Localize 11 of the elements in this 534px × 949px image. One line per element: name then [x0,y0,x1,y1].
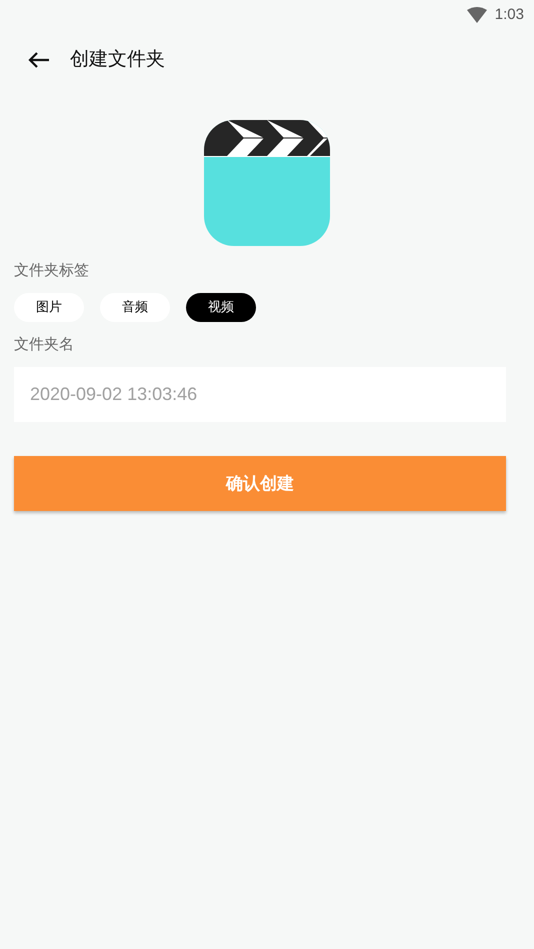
back-arrow-icon [28,51,50,69]
status-time: 1:03 [494,4,524,25]
tags-label: 文件夹标签 [14,261,90,281]
tag-chip[interactable]: 视频 [186,292,256,322]
tag-chip[interactable]: 音频 [100,292,170,322]
wifi-icon [466,7,487,23]
page-title: 创建文件夹 [70,48,165,72]
name-label: 文件夹名 [14,334,75,354]
clapperboard-icon [204,120,330,246]
folder-name-field[interactable]: 2020-09-02 13:03:46 [14,367,506,422]
tag-chip[interactable]: 图片 [14,292,84,322]
